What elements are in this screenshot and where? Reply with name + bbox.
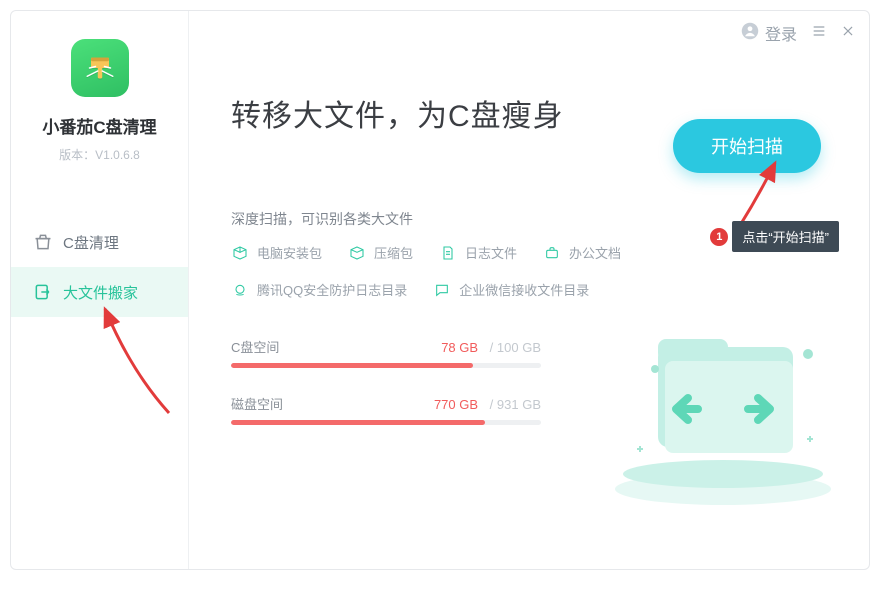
progress-track [231, 420, 541, 425]
sidebar-item-cdrive-clean[interactable]: C盘清理 [11, 217, 188, 267]
disk-total: / 100 GB [490, 340, 541, 355]
disk-label: C盘空间 [231, 337, 279, 356]
disk-used: 78 GB [441, 340, 478, 355]
chip-label: 企业微信接收文件目录 [459, 280, 589, 299]
annotation-badge: 1 [710, 228, 728, 246]
progress-fill [231, 363, 473, 368]
start-scan-button[interactable]: 开始扫描 [673, 119, 821, 173]
app-logo [71, 39, 129, 97]
chip-wechat: 企业微信接收文件目录 [433, 280, 589, 299]
disk-bar-total: 磁盘空间 770 GB / 931 GB [231, 394, 541, 425]
progress-fill [231, 420, 485, 425]
sidebar-item-label: 大文件搬家 [63, 282, 138, 303]
qq-icon [231, 281, 249, 299]
login-button[interactable]: 登录 [741, 21, 797, 45]
chip-log: 日志文件 [439, 243, 517, 262]
trash-icon [33, 232, 53, 252]
window-bar: 登录 [741, 21, 855, 45]
main-panel: 转移大文件，为C盘瘦身 开始扫描 深度扫描，可识别各类大文件 电脑安装包 压缩包… [189, 11, 869, 569]
app-name: 小番茄C盘清理 [42, 113, 156, 138]
file-icon [439, 244, 457, 262]
chip-office: 办公文档 [543, 243, 621, 262]
disk-bars: C盘空间 78 GB / 100 GB 磁盘空间 770 GB / 931 GB [231, 337, 541, 425]
menu-icon[interactable] [811, 23, 827, 43]
chip-label: 压缩包 [374, 243, 413, 262]
annotation-callout: 1 点击“开始扫描” [710, 221, 839, 252]
annotation-text: 点击“开始扫描” [732, 221, 839, 252]
file-move-icon [33, 282, 53, 302]
close-icon[interactable] [841, 24, 855, 42]
chip-installer: 电脑安装包 [231, 243, 322, 262]
chip-qq: 腾讯QQ安全防护日志目录 [231, 280, 407, 299]
chip-archive: 压缩包 [348, 243, 413, 262]
sidebar: 小番茄C盘清理 版本：V1.0.6.8 C盘清理 大文件搬家 [11, 11, 189, 569]
disk-bar-c: C盘空间 78 GB / 100 GB [231, 337, 541, 368]
box-icon [231, 244, 249, 262]
app-window: 登录 小番茄C盘清理 版本：V1.0.6.8 C盘清理 [10, 10, 870, 570]
login-label: 登录 [765, 21, 797, 45]
folder-illustration [603, 299, 843, 509]
app-version: 版本：V1.0.6.8 [59, 146, 140, 163]
nav: C盘清理 大文件搬家 [11, 217, 188, 317]
user-icon [741, 22, 759, 45]
chip-label: 办公文档 [569, 243, 621, 262]
disk-total: / 931 GB [490, 397, 541, 412]
sidebar-item-label: C盘清理 [63, 232, 119, 253]
progress-track [231, 363, 541, 368]
briefcase-icon [543, 244, 561, 262]
chip-label: 日志文件 [465, 243, 517, 262]
box-icon [348, 244, 366, 262]
chip-label: 电脑安装包 [257, 243, 322, 262]
disk-label: 磁盘空间 [231, 394, 283, 413]
disk-used: 770 GB [434, 397, 478, 412]
file-type-list: 电脑安装包 压缩包 日志文件 办公文档 腾讯QQ安全防护日志目录 企业微信接收文… [231, 243, 631, 299]
chip-label: 腾讯QQ安全防护日志目录 [257, 280, 407, 299]
chat-icon [433, 281, 451, 299]
sidebar-item-bigfile-move[interactable]: 大文件搬家 [11, 267, 188, 317]
